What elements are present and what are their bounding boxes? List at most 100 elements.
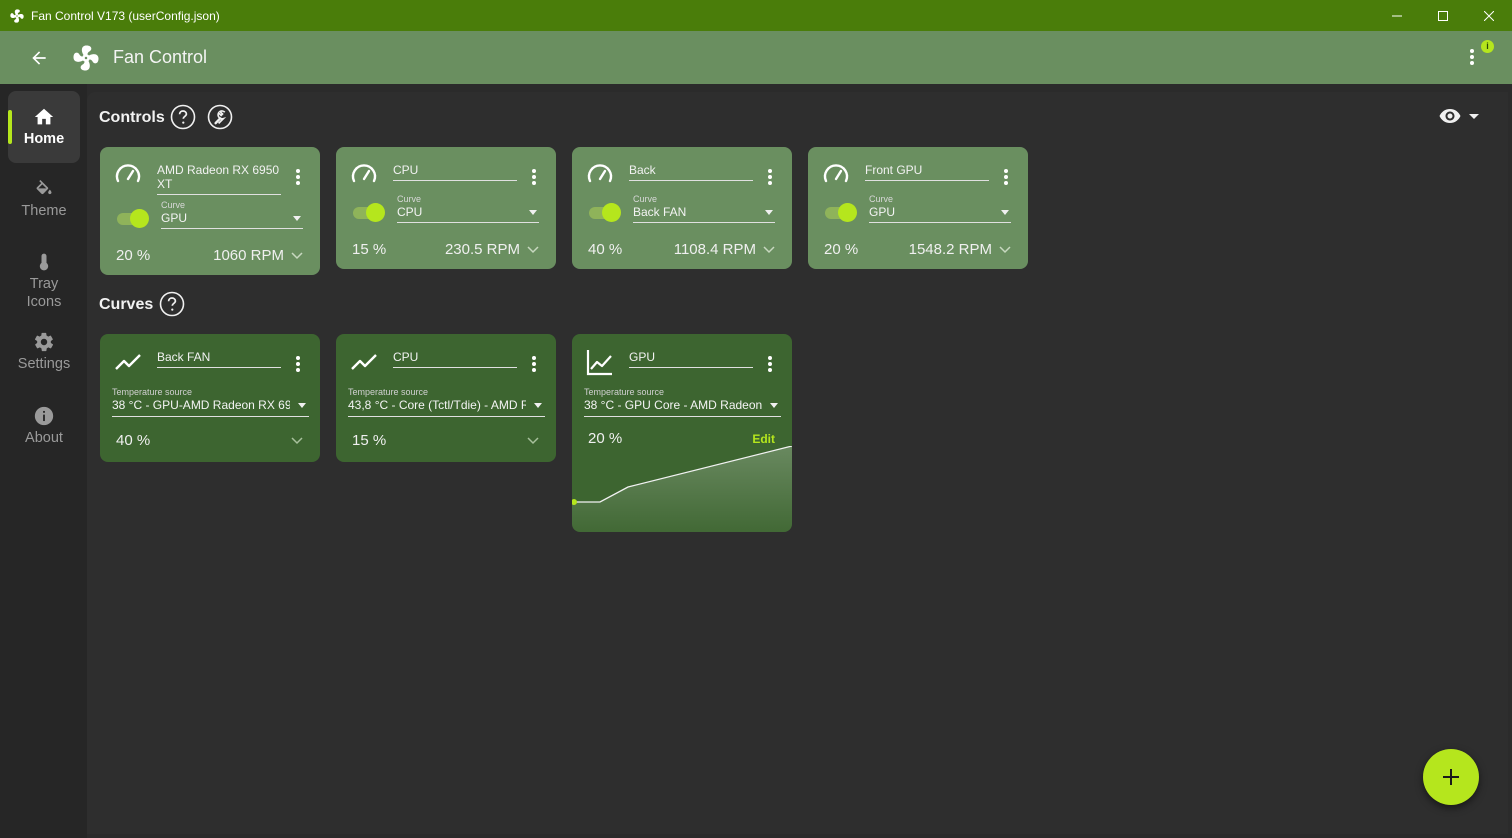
curve-name[interactable]: Back FAN: [157, 350, 281, 368]
edit-curve-button[interactable]: Edit: [752, 432, 775, 446]
fan-percent: 15 %: [352, 241, 387, 258]
control-name[interactable]: CPU: [393, 163, 517, 181]
card-menu-icon[interactable]: [998, 167, 1014, 187]
curve-graph[interactable]: [572, 446, 792, 532]
active-indicator: [8, 110, 12, 144]
sidebar-item-label: Tray Icons: [26, 276, 62, 310]
sidebar-item-theme[interactable]: Theme: [8, 164, 80, 236]
dropdown-caret-icon: [765, 210, 773, 215]
enable-toggle[interactable]: [353, 203, 385, 222]
sidebar-item-label: About: [25, 430, 63, 446]
card-menu-icon[interactable]: [526, 167, 542, 187]
fan-rpm: 1548.2 RPM: [908, 241, 992, 258]
gear-icon: [34, 332, 54, 352]
curve-select[interactable]: Curve GPU: [869, 194, 1011, 223]
temperature-source-value: 43,8 °C - Core (Tctl/Tdie) - AMD Ryzen: [348, 398, 526, 412]
control-card[interactable]: AMD Radeon RX 6950 XT Curve GPU 20 % 106…: [100, 147, 320, 275]
trend-line-icon: [115, 354, 141, 370]
fan-percent: 20 %: [824, 241, 859, 258]
thermometer-icon: [39, 253, 49, 271]
toggle-knob: [602, 203, 621, 222]
enable-toggle[interactable]: [589, 203, 621, 222]
toggle-knob: [838, 203, 857, 222]
sidebar-item-tray-icons[interactable]: Tray Icons: [8, 238, 80, 324]
card-menu-icon[interactable]: [526, 354, 542, 374]
help-icon[interactable]: [159, 291, 185, 317]
chevron-down-icon[interactable]: [290, 436, 304, 446]
eye-icon: [1439, 109, 1461, 123]
curve-select[interactable]: Curve GPU: [161, 200, 303, 229]
trend-line-icon: [351, 354, 377, 370]
curve-value: GPU: [869, 205, 896, 219]
chart-line-icon: [586, 350, 612, 376]
curve-name[interactable]: GPU: [629, 350, 753, 368]
close-icon: [1484, 10, 1494, 21]
sidebar-item-label: Theme: [21, 203, 67, 219]
dropdown-caret-icon: [529, 210, 537, 215]
chevron-down-icon[interactable]: [998, 245, 1012, 255]
curve-name[interactable]: CPU: [393, 350, 517, 368]
main-content: Controls AMD Radeon RX 6950 XT Curve GPU…: [87, 92, 1508, 834]
app-bar: Fan Control i: [0, 31, 1512, 84]
control-card[interactable]: Front GPU Curve GPU 20 % 1548.2 RPM: [808, 147, 1028, 269]
paint-bucket-icon: [36, 180, 52, 195]
maximize-button[interactable]: [1420, 0, 1466, 31]
fan-rpm: 1108.4 RPM: [673, 241, 756, 258]
dropdown-caret-icon: [770, 403, 778, 408]
temperature-source-value: 38 °C - GPU Core - AMD Radeon RX 6950 XT: [584, 398, 762, 412]
chevron-down-icon[interactable]: [290, 251, 304, 261]
visibility-toggle[interactable]: [1438, 103, 1482, 127]
control-name[interactable]: AMD Radeon RX 6950 XT: [157, 163, 281, 195]
temperature-source-select[interactable]: Temperature source 38 °C - GPU-AMD Radeo…: [112, 387, 309, 417]
curve-percent: 20 %: [588, 430, 623, 447]
control-name[interactable]: Back: [629, 163, 753, 181]
sidebar-item-about[interactable]: About: [8, 390, 80, 462]
chevron-down-icon[interactable]: [526, 436, 540, 446]
card-menu-icon[interactable]: [290, 354, 306, 374]
card-menu-icon[interactable]: [762, 167, 778, 187]
curve-value: CPU: [397, 205, 423, 219]
sidebar-item-home[interactable]: Home: [8, 91, 80, 163]
chevron-down-icon[interactable]: [526, 245, 540, 255]
sidebar: Home Theme Tray Icons Settings About: [0, 84, 87, 838]
temperature-source-label: Temperature source: [584, 387, 665, 397]
wrench-icon[interactable]: [207, 104, 233, 130]
help-icon[interactable]: [170, 104, 196, 130]
close-button[interactable]: [1466, 0, 1512, 31]
arrow-left-icon: [32, 50, 46, 65]
curve-card[interactable]: CPU Temperature source 43,8 °C - Core (T…: [336, 334, 556, 462]
control-name[interactable]: Front GPU: [865, 163, 989, 181]
curve-value: GPU: [161, 211, 188, 225]
fan-logo-icon: [73, 45, 99, 70]
card-menu-icon[interactable]: [762, 354, 778, 374]
curves-section-title: Curves: [99, 296, 154, 313]
curve-card[interactable]: Back FAN Temperature source 38 °C - GPU-…: [100, 334, 320, 462]
card-menu-icon[interactable]: [290, 167, 306, 187]
fan-percent: 40 %: [588, 241, 623, 258]
control-card[interactable]: Back Curve Back FAN 40 % 1108.4 RPM: [572, 147, 792, 269]
enable-toggle[interactable]: [825, 203, 857, 222]
fan-rpm: 1060 RPM: [213, 247, 284, 264]
curve-select[interactable]: Curve Back FAN: [633, 194, 775, 223]
speedometer-icon: [351, 164, 377, 183]
minimize-button[interactable]: [1374, 0, 1420, 31]
temperature-source-select[interactable]: Temperature source 43,8 °C - Core (Tctl/…: [348, 387, 545, 417]
curve-select[interactable]: Curve CPU: [397, 194, 539, 223]
curve-value: Back FAN: [633, 205, 687, 219]
info-icon: [34, 406, 54, 426]
temperature-source-select[interactable]: Temperature source 38 °C - GPU Core - AM…: [584, 387, 781, 417]
add-button[interactable]: [1423, 749, 1479, 805]
speedometer-icon: [115, 164, 141, 183]
back-button[interactable]: [19, 38, 59, 78]
control-card[interactable]: CPU Curve CPU 15 % 230.5 RPM: [336, 147, 556, 269]
enable-toggle[interactable]: [117, 209, 149, 228]
curve-label: Curve: [633, 194, 658, 204]
curve-label: Curve: [869, 194, 894, 204]
speedometer-icon: [823, 164, 849, 183]
update-badge[interactable]: i: [1481, 40, 1494, 53]
curve-card[interactable]: GPU Temperature source 38 °C - GPU Core …: [572, 334, 792, 532]
sidebar-item-settings[interactable]: Settings: [8, 316, 80, 388]
chevron-down-icon[interactable]: [762, 245, 776, 255]
minimize-icon: [1392, 15, 1402, 16]
window-titlebar: Fan Control V173 (userConfig.json): [0, 0, 1512, 31]
